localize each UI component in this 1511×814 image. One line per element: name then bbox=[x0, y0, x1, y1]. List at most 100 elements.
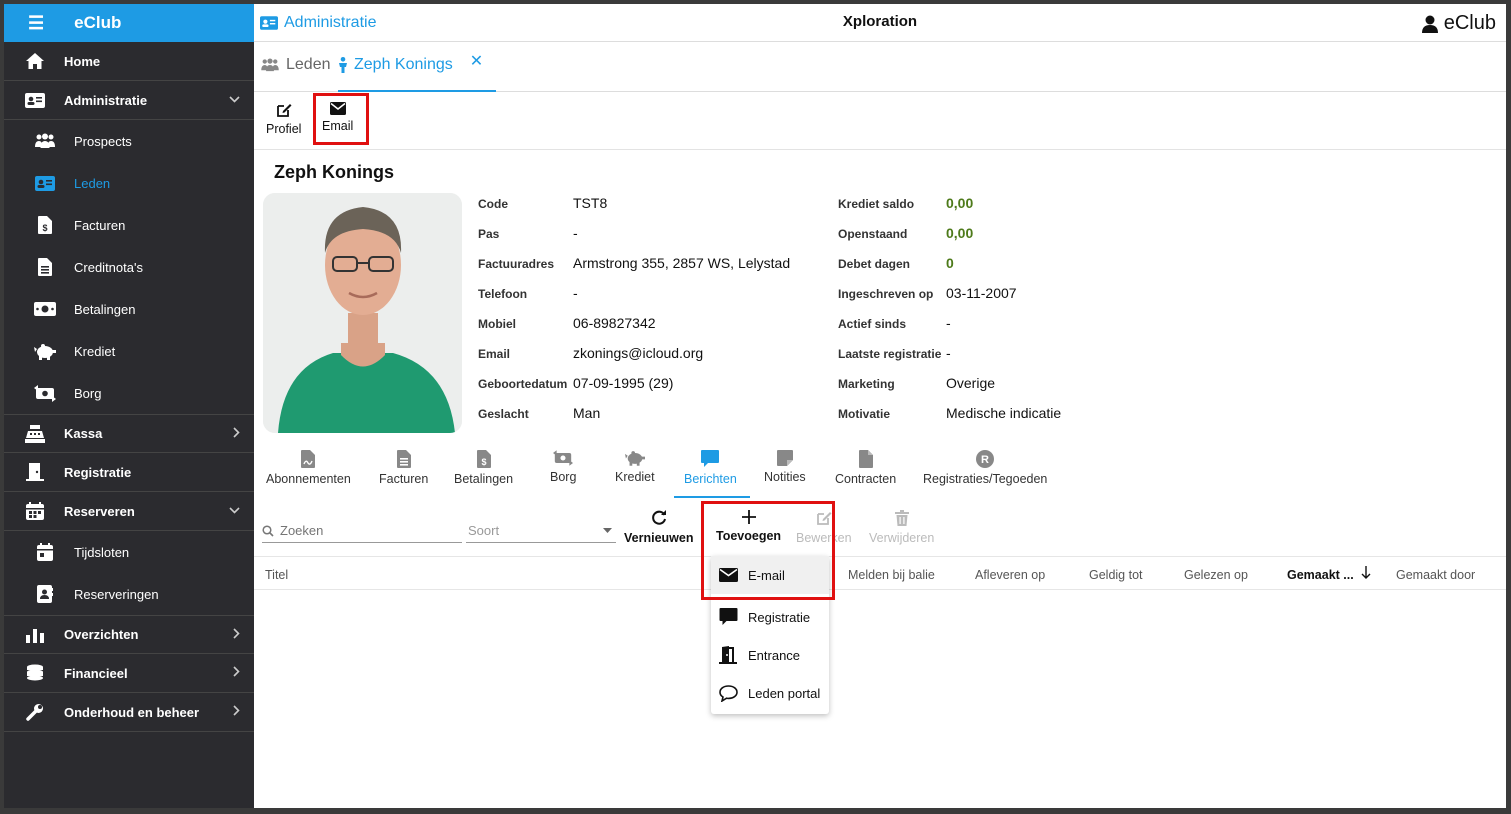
sort-arrow-down-icon[interactable] bbox=[1361, 566, 1371, 583]
sidebar-item-label: Reserveren bbox=[64, 503, 135, 519]
column-header-gemaakt-door[interactable]: Gemaakt door bbox=[1396, 568, 1475, 582]
label-geboortedatum: Geboortedatum bbox=[478, 377, 568, 391]
menu-item-leden-portal[interactable]: Leden portal bbox=[711, 674, 829, 712]
column-header-geldig[interactable]: Geldig tot bbox=[1089, 568, 1143, 582]
tab-label: Facturen bbox=[379, 472, 429, 486]
tab-label: Berichten bbox=[684, 472, 737, 486]
soort-placeholder: Soort bbox=[468, 523, 500, 538]
sidebar-item-krediet[interactable]: Krediet bbox=[4, 330, 254, 372]
sidebar-item-financieel[interactable]: Financieel bbox=[4, 654, 254, 693]
sidebar-item-facturen[interactable]: $ Facturen bbox=[4, 204, 254, 246]
invoice-icon: $ bbox=[476, 450, 491, 468]
column-header-melden[interactable]: Melden bij balie bbox=[848, 568, 935, 582]
sidebar-item-label: Prospects bbox=[74, 133, 132, 149]
sidebar-item-leden[interactable]: Leden bbox=[4, 162, 254, 204]
value-factuuradres: Armstrong 355, 2857 WS, Lelystad bbox=[573, 255, 791, 271]
menu-item-registratie[interactable]: Registratie bbox=[711, 598, 829, 636]
tab-borg[interactable]: Borg bbox=[550, 450, 576, 484]
sidebar-item-label: Facturen bbox=[74, 217, 126, 233]
menu-item-entrance[interactable]: Entrance bbox=[711, 636, 829, 674]
sidebar-item-kassa[interactable]: Kassa bbox=[4, 414, 254, 453]
label-factuuradres: Factuuradres bbox=[478, 257, 555, 271]
comment-icon bbox=[719, 684, 738, 702]
label-openstaand: Openstaand bbox=[838, 227, 908, 241]
label-laatste-registratie: Laatste registratie bbox=[838, 347, 942, 361]
value-actief-sinds: - bbox=[946, 315, 951, 331]
tab-krediet[interactable]: Krediet bbox=[615, 450, 655, 484]
sidebar-item-home[interactable]: Home bbox=[4, 42, 254, 81]
menu-item-label: Leden portal bbox=[748, 685, 821, 701]
value-laatste-registratie: - bbox=[946, 345, 951, 361]
sidebar-item-betalingen[interactable]: Betalingen bbox=[4, 288, 254, 330]
sidebar-item-onderhoud[interactable]: Onderhoud en beheer bbox=[4, 693, 254, 732]
tab-label: Borg bbox=[550, 470, 577, 484]
tab-registraties[interactable]: R Registraties/Tegoeden bbox=[923, 450, 1047, 486]
document-icon bbox=[396, 450, 411, 468]
column-header-titel[interactable]: Titel bbox=[265, 568, 288, 582]
column-header-gelezen[interactable]: Gelezen op bbox=[1184, 568, 1248, 582]
tab-berichten[interactable]: Berichten bbox=[684, 450, 737, 486]
brand-label: eClub bbox=[74, 13, 122, 32]
sidebar-item-creditnotas[interactable]: Creditnota's bbox=[4, 246, 254, 288]
tab-label: Registraties/Tegoeden bbox=[923, 472, 1048, 486]
table-header: Titel Melden bij balie Afleveren op Geld… bbox=[254, 556, 1506, 590]
money-exchange-icon bbox=[34, 384, 56, 402]
menu-icon[interactable]: ☰ bbox=[28, 13, 44, 34]
tab-active-indicator bbox=[674, 496, 750, 498]
tab-leden[interactable]: Leden bbox=[260, 56, 331, 74]
users-icon bbox=[261, 58, 279, 72]
menu-item-label: Entrance bbox=[748, 647, 801, 663]
tab-betalingen[interactable]: $ Betalingen bbox=[454, 450, 513, 486]
close-icon[interactable]: ✕ bbox=[470, 51, 483, 71]
sidebar-item-label: Creditnota's bbox=[74, 259, 143, 275]
sidebar-item-prospects[interactable]: Prospects bbox=[4, 120, 254, 162]
app-window: ☰ eClub Home Administratie Prospects Led… bbox=[4, 4, 1506, 808]
bar-chart-icon bbox=[24, 626, 46, 644]
vernieuwen-button[interactable]: Vernieuwen bbox=[624, 510, 693, 545]
value-ingeschreven-op: 03-11-2007 bbox=[946, 285, 1017, 301]
value-code: TST8 bbox=[573, 195, 608, 211]
tab-label: Abonnementen bbox=[266, 472, 351, 486]
value-debet-dagen: 0 bbox=[946, 255, 954, 271]
invoice-icon: $ bbox=[34, 216, 56, 234]
label-mobiel: Mobiel bbox=[478, 317, 516, 331]
label-geslacht: Geslacht bbox=[478, 407, 529, 421]
sidebar-item-tijdsloten[interactable]: Tijdsloten bbox=[4, 531, 254, 573]
tab-notities[interactable]: Notities bbox=[764, 450, 806, 484]
sidebar-item-reserveringen[interactable]: Reserveringen bbox=[4, 573, 254, 615]
document-icon bbox=[34, 258, 56, 276]
sidebar-brand: ☰ eClub bbox=[4, 4, 254, 42]
value-telefoon: - bbox=[573, 285, 578, 301]
sidebar-item-administratie[interactable]: Administratie bbox=[4, 81, 254, 120]
chevron-down-icon bbox=[229, 94, 240, 106]
column-header-afleveren[interactable]: Afleveren op bbox=[975, 568, 1045, 582]
user-icon bbox=[1421, 15, 1438, 33]
users-icon bbox=[34, 132, 56, 150]
verwijderen-button[interactable]: Verwijderen bbox=[869, 510, 934, 545]
user-menu[interactable]: eClub bbox=[1421, 12, 1496, 35]
sidebar-item-reserveren[interactable]: Reserveren bbox=[4, 492, 254, 531]
label-ingeschreven-op: Ingeschreven op bbox=[838, 287, 934, 301]
sidebar-item-label: Reserveringen bbox=[74, 586, 159, 602]
trash-icon bbox=[894, 510, 909, 526]
sidebar-item-label: Krediet bbox=[74, 343, 116, 359]
label-code: Code bbox=[478, 197, 508, 211]
sidebar: ☰ eClub Home Administratie Prospects Led… bbox=[4, 4, 254, 808]
calendar-day-icon bbox=[34, 543, 56, 561]
sidebar-item-overzichten[interactable]: Overzichten bbox=[4, 615, 254, 654]
sidebar-item-borg[interactable]: Borg bbox=[4, 372, 254, 414]
tab-contracten[interactable]: Contracten bbox=[835, 450, 896, 486]
profiel-button[interactable]: Profiel bbox=[266, 102, 301, 136]
toolbar: Profiel Email bbox=[254, 92, 1506, 150]
tab-label: Krediet bbox=[615, 470, 655, 484]
tab-facturen[interactable]: Facturen bbox=[379, 450, 428, 486]
sidebar-item-registratie[interactable]: Registratie bbox=[4, 453, 254, 492]
tab-member[interactable]: Zeph Konings ✕ bbox=[338, 53, 483, 74]
column-header-gemaakt[interactable]: Gemaakt ... bbox=[1287, 568, 1354, 582]
search-field[interactable] bbox=[262, 519, 462, 543]
tab-abonnementen[interactable]: Abonnementen bbox=[266, 450, 351, 486]
soort-select[interactable]: Soort bbox=[466, 519, 616, 543]
user-name: eClub bbox=[1443, 12, 1496, 34]
search-input[interactable] bbox=[280, 523, 450, 538]
id-card-icon bbox=[34, 174, 56, 192]
